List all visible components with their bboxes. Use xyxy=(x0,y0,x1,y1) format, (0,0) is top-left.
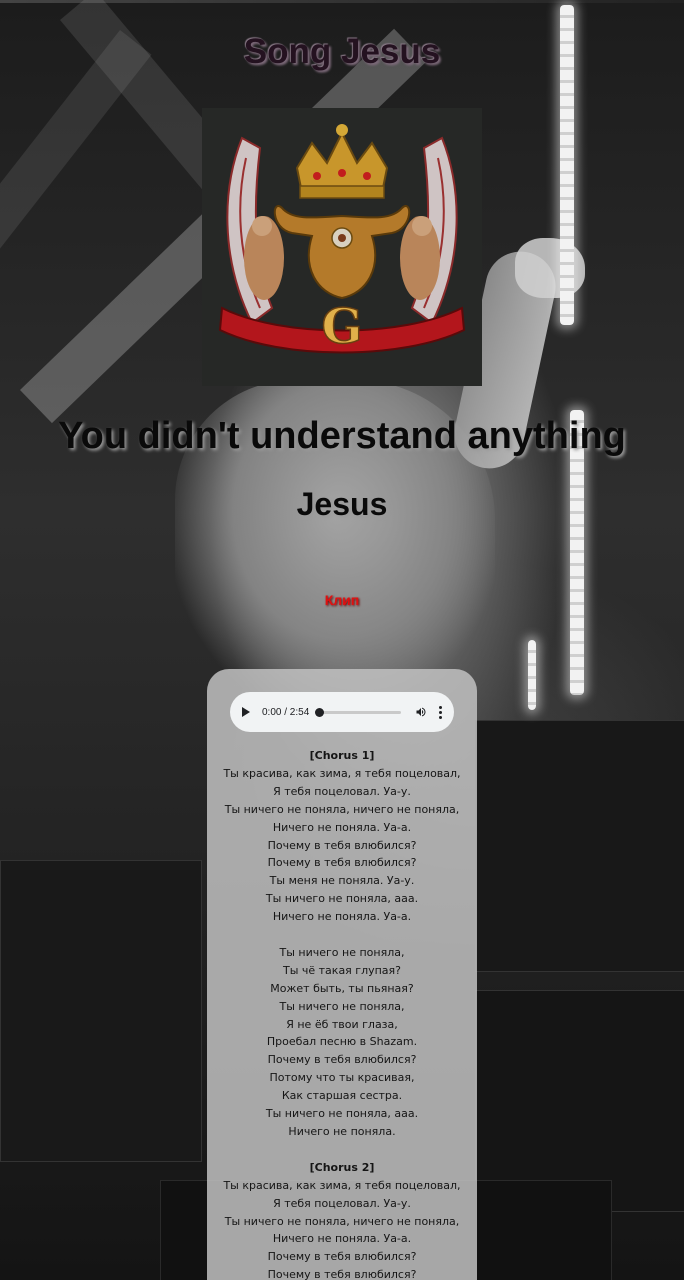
album-cover: G xyxy=(202,108,482,386)
stage-amplifier xyxy=(475,720,684,972)
play-icon[interactable] xyxy=(242,707,250,717)
song-title: You didn't understand anything xyxy=(58,415,626,457)
lyrics-line: Я тебя поцеловал. Уа-у. xyxy=(273,1196,411,1210)
volume-icon[interactable] xyxy=(415,706,427,718)
lyrics-line: Почему в тебя влюбился? xyxy=(267,1268,417,1280)
lyrics-text: [Chorus 1] Ты красива, как зима, я тебя п… xyxy=(207,747,477,1280)
lyrics-line: Потому что ты красивая, xyxy=(269,1071,415,1085)
crest-artwork: G xyxy=(202,108,482,386)
player-time: 0:00 / 2:54 xyxy=(262,706,310,718)
lyrics-line: Ты меня не поняла. Уа-у. xyxy=(269,874,415,888)
seek-bar[interactable] xyxy=(315,707,401,717)
lyrics-line: Может быть, ты пьяная? xyxy=(270,981,414,995)
lyrics-line: Ты ничего не поняла, ничего не поняла, xyxy=(224,1214,460,1228)
lyrics-line: Почему в тебя влюбился? xyxy=(267,856,417,870)
stage-amplifier xyxy=(0,860,202,1162)
lyrics-line: Ты ничего не поняла, xyxy=(279,999,405,1013)
more-options-icon[interactable] xyxy=(437,705,444,719)
stage-amplifier xyxy=(475,990,684,1212)
lyrics-line: Как старшая сестра. xyxy=(281,1089,403,1103)
lyrics-line: Ничего не поняла. Уа-а. xyxy=(272,820,412,834)
artist-name: Jesus xyxy=(296,486,388,522)
lyrics-line: Почему в тебя влюбился? xyxy=(267,1250,417,1264)
lyrics-line: Ничего не поняла. Уа-а. xyxy=(272,910,412,924)
lyrics-line: Ты ничего не поняла, xyxy=(279,945,405,959)
lyrics-line: Ты ничего не поняла, ааа. xyxy=(265,1107,419,1121)
lyrics-line: Я не ёб твои глаза, xyxy=(286,1017,398,1031)
clip-link[interactable]: Клип xyxy=(0,592,684,608)
page-title: Song Jesus xyxy=(243,32,441,71)
lyrics-line: Ты красива, как зима, я тебя поцеловал, xyxy=(223,1178,461,1192)
lyrics-line: Почему в тебя влюбился? xyxy=(267,838,417,852)
lyrics-line: Ты чё такая глупая? xyxy=(282,963,402,977)
seek-thumb[interactable] xyxy=(315,707,325,717)
lyrics-line: Ты ничего не поняла, ничего не поняла, xyxy=(224,802,460,816)
led-light-strip xyxy=(528,640,536,710)
lyrics-line: Почему в тебя влюбился? xyxy=(267,1053,417,1067)
svg-text:G: G xyxy=(322,299,363,355)
lyrics-line: Проебал песню в Shazam. xyxy=(266,1035,418,1049)
lyrics-gap xyxy=(207,926,477,944)
lyrics-section-heading: [Chorus 2] xyxy=(309,1160,375,1174)
light-beam xyxy=(0,30,152,315)
lyrics-line: Ничего не поняла. xyxy=(288,1125,396,1139)
lyrics-gap xyxy=(207,1141,477,1159)
lyrics-line: Ничего не поняла. Уа-а. xyxy=(272,1232,412,1246)
lyrics-line: Ты ничего не поняла, ааа. xyxy=(265,892,419,906)
lyrics-line: Ты красива, как зима, я тебя поцеловал, xyxy=(223,766,461,780)
lyrics-line: Я тебя поцеловал. Уа-у. xyxy=(273,784,411,798)
performer-hand xyxy=(515,238,585,298)
audio-player[interactable]: 0:00 / 2:54 xyxy=(230,692,454,732)
lyrics-section-heading: [Chorus 1] xyxy=(309,749,375,762)
